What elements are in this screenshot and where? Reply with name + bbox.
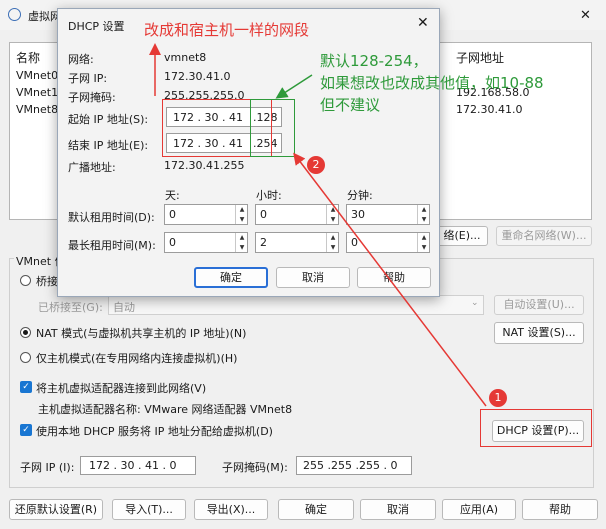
step-badge-2-number: 2 — [312, 158, 320, 171]
red-arrow-diagonal — [293, 152, 487, 407]
step-badge-1: 1 — [489, 389, 507, 407]
step-badge-2: 2 — [307, 156, 325, 174]
annotation-arrows — [149, 43, 487, 407]
step-badge-1-number: 1 — [494, 391, 502, 404]
green-arrow — [275, 74, 313, 99]
